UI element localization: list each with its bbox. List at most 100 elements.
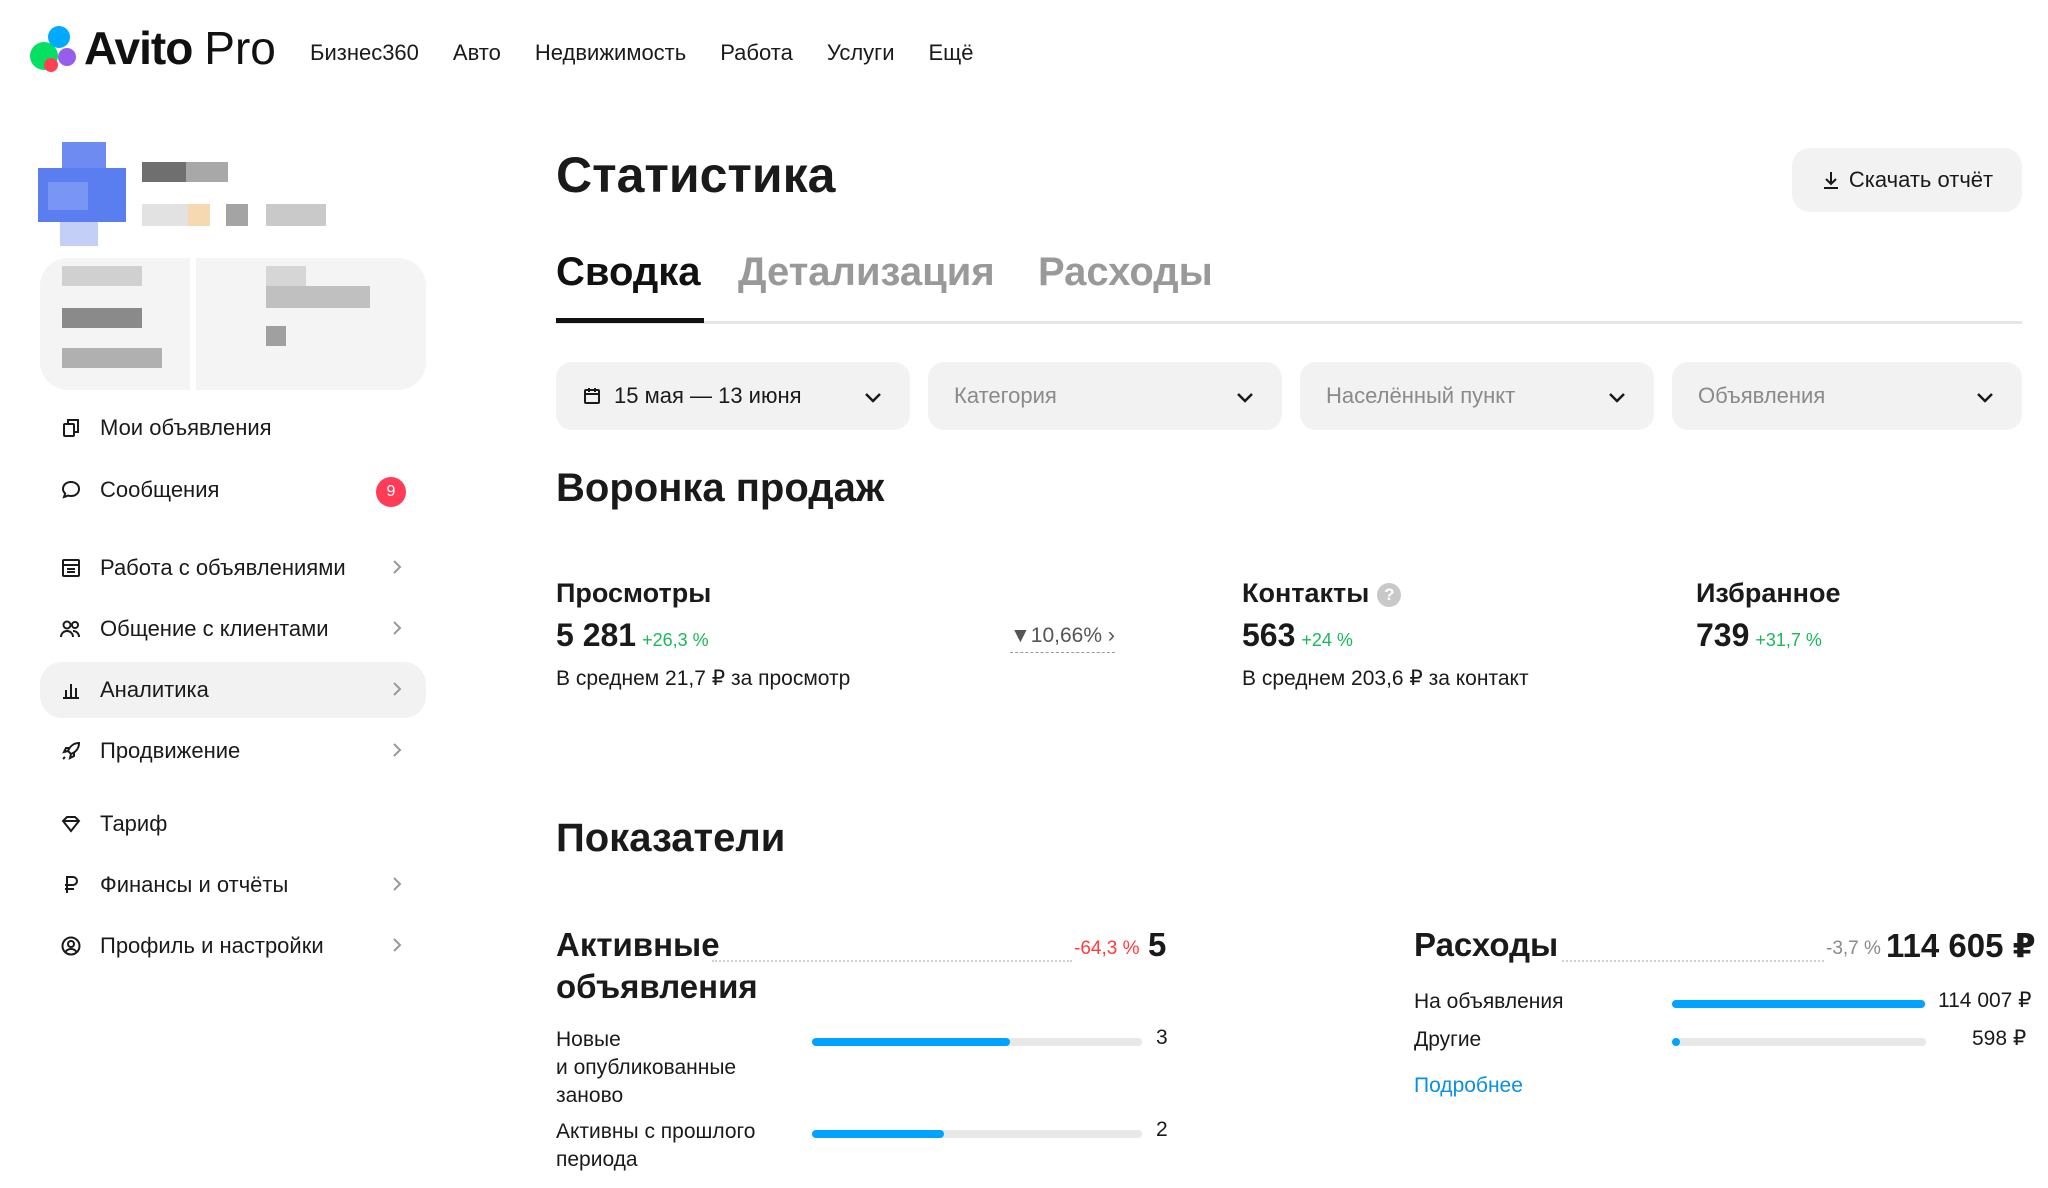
ads-filter[interactable]: Объявления <box>1672 362 2022 430</box>
logo-pro-text: Pro <box>204 22 276 74</box>
profile-icon <box>58 933 84 959</box>
sidebar-item-clients[interactable]: Общение с клиентами <box>40 601 426 657</box>
sidebar-item-label: Общение с клиентами <box>100 616 329 641</box>
avito-pro-logo[interactable]: Avito Pro <box>28 20 276 76</box>
favorites-title: Избранное <box>1696 578 1841 608</box>
nav-auto[interactable]: Авто <box>453 40 501 66</box>
category-placeholder: Категория <box>954 383 1057 408</box>
bar-fill <box>1672 1000 1925 1008</box>
favorites-delta: +31,7 % <box>1755 630 1822 650</box>
sidebar-item-messages[interactable]: Сообщения 9 <box>40 462 426 518</box>
ads-placeholder: Объявления <box>1698 383 1826 408</box>
label-line: Активны с прошлого <box>556 1120 756 1143</box>
other-expenses-bar <box>1672 1038 1926 1046</box>
chevron-right-icon <box>384 615 410 641</box>
sidebar-item-tariff[interactable]: Тариф <box>40 796 426 852</box>
previous-period-ads-bar <box>812 1130 1142 1138</box>
sidebar-item-my-ads[interactable]: Мои объявления <box>40 400 426 456</box>
new-ads-value: 3 <box>1156 1026 1168 1049</box>
date-range-filter[interactable]: 15 мая — 13 июня <box>556 362 910 430</box>
category-filter[interactable]: Категория <box>928 362 1282 430</box>
bar-fill <box>1672 1038 1680 1046</box>
ruble-icon <box>58 872 84 898</box>
previous-period-ads-label: Активны с прошлого периода <box>556 1118 755 1174</box>
sidebar-item-label: Финансы и отчёты <box>100 872 289 897</box>
views-metric: Просмотры 5 281 +26,3 % В среднем 21,7 ₽ … <box>556 578 850 691</box>
chat-bubble-icon <box>58 477 84 503</box>
nav-jobs[interactable]: Работа <box>720 40 793 66</box>
label-line: периода <box>556 1148 638 1171</box>
contacts-metric: Контакты? 563 +24 % В среднем 203,6 ₽ за … <box>1242 578 1529 691</box>
ads-expenses-bar <box>1672 1000 1926 1008</box>
expenses-value: 114 605 ₽ <box>1886 927 2036 964</box>
contacts-value: 563 <box>1242 617 1296 653</box>
sidebar-item-profile[interactable]: Профиль и настройки <box>40 918 426 974</box>
download-icon <box>1823 172 1838 189</box>
download-report-button[interactable]: Скачать отчёт <box>1792 148 2022 212</box>
other-expenses-value: 598 ₽ <box>1972 1027 2027 1050</box>
chevron-right-icon <box>384 871 410 897</box>
top-nav: Бизнес360 Авто Недвижимость Работа Услуг… <box>310 40 974 66</box>
dotted-leader <box>712 960 1072 962</box>
rocket-icon <box>58 738 84 764</box>
chevron-right-icon: › <box>1107 624 1115 647</box>
chevron-down-icon <box>1977 393 1993 403</box>
expenses-more-link[interactable]: Подробнее <box>1414 1074 1523 1098</box>
sidebar-item-label: Аналитика <box>100 677 209 702</box>
favorites-value: 739 <box>1696 617 1750 653</box>
ads-expenses-value: 114 007 ₽ <box>1938 989 2032 1012</box>
help-icon[interactable]: ? <box>1377 583 1402 607</box>
active-ads-value: 5 <box>1148 926 1167 963</box>
label-line: заново <box>556 1084 624 1107</box>
expenses-delta: -3,7 % <box>1826 938 1881 959</box>
nav-services[interactable]: Услуги <box>827 40 895 66</box>
diamond-icon <box>58 811 84 837</box>
location-filter[interactable]: Населённый пункт <box>1300 362 1654 430</box>
active-ads-delta: -64,3 % <box>1074 938 1140 959</box>
logo-text: Avito <box>84 22 193 74</box>
bar-fill <box>812 1130 944 1138</box>
sidebar-item-label: Профиль и настройки <box>100 933 324 958</box>
top-header: Avito Pro Бизнес360 Авто Недвижимость Ра… <box>0 0 2048 104</box>
bar-fill <box>812 1038 1010 1046</box>
chevron-right-icon <box>384 932 410 958</box>
sidebar-item-finance[interactable]: Финансы и отчёты <box>40 857 426 913</box>
previous-period-ads-value: 2 <box>1156 1118 1168 1141</box>
new-ads-bar <box>812 1038 1142 1046</box>
chevron-right-icon <box>384 554 410 580</box>
views-delta: +26,3 % <box>642 630 709 650</box>
conversion-value: 10,66% <box>1030 624 1103 647</box>
sidebar-item-label: Сообщения <box>100 477 220 502</box>
copy-icon <box>58 415 84 441</box>
active-ads-title-line2: объявления <box>556 968 758 1005</box>
sidebar-item-label: Мои объявления <box>100 415 272 440</box>
dotted-leader <box>1562 960 1824 962</box>
chevron-down-icon <box>1237 393 1253 403</box>
blurred-profile-stats <box>40 258 426 390</box>
tab-expenses[interactable]: Расходы <box>1038 250 1213 295</box>
stats-tabs: Сводка Детализация Расходы <box>556 250 2022 324</box>
views-title: Просмотры <box>556 578 712 608</box>
nav-realty[interactable]: Недвижимость <box>535 40 686 66</box>
views-avg-cost: В среднем 21,7 ₽ за просмотр <box>556 667 851 690</box>
active-ads-title: Активные объявления <box>556 924 758 1008</box>
chevron-right-icon <box>384 676 410 702</box>
avatar[interactable] <box>38 142 126 246</box>
unread-badge: 9 <box>376 477 406 507</box>
tab-details[interactable]: Детализация <box>738 250 995 295</box>
blurred-profile-name <box>142 162 352 232</box>
label-line: Новые <box>556 1028 621 1051</box>
sidebar-item-promotion[interactable]: Продвижение <box>40 723 426 779</box>
sidebar-item-ads-work[interactable]: Работа с объявлениями <box>40 540 426 596</box>
ads-expenses-label: На объявления <box>1414 990 1564 1013</box>
sidebar-item-label: Тариф <box>100 811 168 836</box>
sidebar-item-analytics[interactable]: Аналитика <box>40 662 426 718</box>
label-line: и опубликованные <box>556 1056 737 1079</box>
chevron-down-icon <box>865 393 881 403</box>
nav-more[interactable]: Ещё <box>928 40 973 66</box>
sidebar-item-label: Работа с объявлениями <box>100 555 346 580</box>
date-range-value: 15 мая — 13 июня <box>614 383 802 408</box>
tab-summary[interactable]: Сводка <box>556 250 701 295</box>
nav-business360[interactable]: Бизнес360 <box>310 40 419 66</box>
conversion-rate-link[interactable]: ▼10,66% › <box>1010 624 1115 653</box>
